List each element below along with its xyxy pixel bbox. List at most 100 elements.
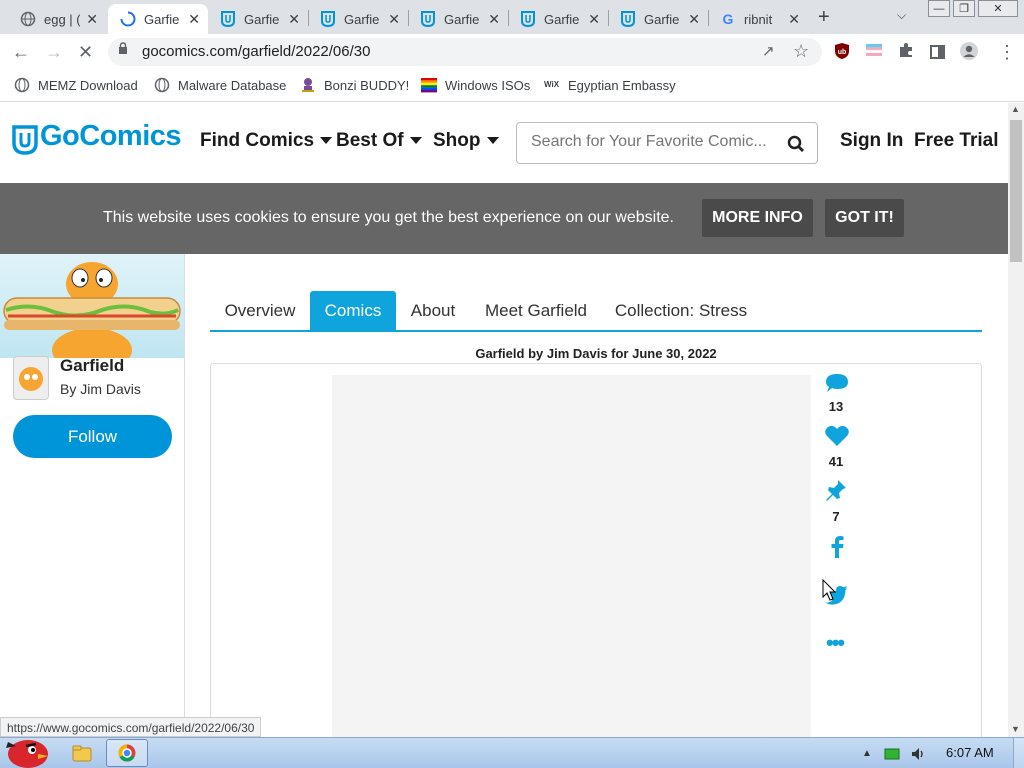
globe-icon [14,77,30,93]
close-tab-icon[interactable]: ✕ [188,11,200,28]
browser-tab[interactable]: Garfie ✕ [608,4,708,34]
feature-avatar[interactable] [13,356,49,400]
close-tab-icon[interactable]: ✕ [86,11,98,28]
ublock-icon[interactable]: ub [834,42,850,65]
explorer-folder-icon[interactable] [72,744,92,762]
tab-overview[interactable]: Overview [214,291,306,331]
browser-tab[interactable]: Garfie ✕ [208,4,308,34]
caret-down-icon [409,137,422,145]
tab-label: Garfie [444,11,480,27]
feature-title[interactable]: Garfield [60,356,124,376]
gocomics-logo-icon[interactable] [12,125,38,155]
pin-count: 7 [832,509,840,524]
comment-icon[interactable] [824,372,850,396]
gocomics-icon [420,11,436,27]
menu-kebab-icon[interactable]: ⋮ [998,42,1016,63]
scrollbar-thumb[interactable] [1010,120,1022,262]
new-tab-icon[interactable]: + [818,6,830,29]
taskbar-chrome-button[interactable] [106,739,148,767]
gocomics-icon [320,11,336,27]
stop-loading-icon[interactable]: ✕ [78,42,93,63]
network-icon[interactable] [884,747,900,761]
profile-avatar-icon[interactable] [960,42,978,65]
tab-collection-stress[interactable]: Collection: Stress [608,291,754,331]
bookmark-star-icon[interactable]: ☆ [793,41,809,62]
tab-search-chevron-icon[interactable]: ⌵ [897,8,906,23]
tab-meet-garfield[interactable]: Meet Garfield [476,291,596,331]
nav-shop[interactable]: Shop [433,130,499,152]
comic-search-box[interactable] [516,122,818,164]
bookmark-label: Malware Database [178,77,287,93]
tab-label: Garfie [244,11,280,27]
minimize-icon[interactable]: — [928,0,950,17]
more-info-button[interactable]: MORE INFO [702,199,813,237]
browser-tab[interactable]: Garfie ✕ [408,4,508,34]
wix-icon: WiX [544,80,560,89]
follow-button[interactable]: Follow [13,415,172,458]
start-angry-bird-icon[interactable] [2,730,50,768]
browser-tab[interactable]: Garfie ✕ [308,4,408,34]
nav-find-comics[interactable]: Find Comics [200,130,333,152]
extensions-puzzle-icon[interactable] [898,42,914,63]
close-tab-icon[interactable]: ✕ [788,11,800,28]
back-icon[interactable]: ← [12,42,30,63]
bookmark-memz[interactable]: MEMZ Download [14,77,138,93]
bookmark-windows-isos[interactable]: Windows ISOs [421,77,530,93]
side-panel-icon[interactable] [930,43,945,64]
tray-expand-icon[interactable]: ▲ [862,748,872,759]
search-icon[interactable] [787,135,805,153]
browser-tab[interactable]: egg | ( ✕ [8,4,106,34]
url-text[interactable]: gocomics.com/garfield/2022/06/30 [142,43,370,60]
bookmark-malware-database[interactable]: Malware Database [154,77,286,93]
nav-label: Find Comics [200,130,315,151]
garfield-hero-image [0,254,184,358]
close-tab-icon[interactable]: ✕ [288,11,300,28]
got-it-button[interactable]: GOT IT! [825,199,904,237]
close-tab-icon[interactable]: ✕ [488,11,500,28]
tab-label: egg | ( [44,11,80,27]
site-logo[interactable]: GoComics [40,120,182,153]
tab-label: Garfie [644,11,680,27]
close-tab-icon[interactable]: ✕ [688,11,700,28]
bookmark-egyptian-embassy[interactable]: WiX Egyptian Embassy [544,77,676,93]
sign-in-link[interactable]: Sign In [840,130,903,152]
scroll-down-arrow-icon[interactable]: ▼ [1011,724,1020,734]
browser-tab[interactable]: Garfie ✕ [508,4,608,34]
globe-icon [20,11,36,27]
tab-about[interactable]: About [402,291,464,331]
rainbow-flag-icon [421,77,437,93]
more-options-icon[interactable]: ••• [826,630,845,656]
close-tab-icon[interactable]: ✕ [588,11,600,28]
browser-tab[interactable]: G ribnit ✕ [708,4,808,34]
search-input[interactable] [531,133,775,151]
share-icon[interactable]: ↗ [762,42,775,60]
forward-icon[interactable]: → [45,42,63,63]
tab-label: Garfie [144,11,180,27]
bookmark-label: Windows ISOs [445,77,531,93]
show-desktop-button[interactable] [1013,738,1024,768]
nav-label: Best Of [336,130,404,151]
like-count: 41 [828,454,844,469]
close-tab-icon[interactable]: ✕ [388,11,400,28]
scroll-up-arrow-icon[interactable]: ▲ [1011,104,1020,114]
feature-author: By Jim Davis [60,381,141,397]
bookmark-bonzi-buddy[interactable]: Bonzi BUDDY! [300,77,409,93]
loading-icon [120,11,136,27]
tab-comics[interactable]: Comics [310,291,396,331]
browser-tab-active[interactable]: Garfie ✕ [108,4,208,34]
nav-best-of[interactable]: Best Of [336,130,422,152]
facebook-icon[interactable] [824,534,850,560]
free-trial-link[interactable]: Free Trial [914,130,999,152]
restore-icon[interactable]: ❐ [953,0,975,17]
comic-image[interactable] [332,375,811,737]
flag-extension-icon[interactable] [865,42,883,63]
gocomics-icon [520,11,536,27]
caret-down-icon [486,137,499,145]
pin-icon[interactable] [824,478,850,502]
close-window-icon[interactable]: ✕ [978,0,1018,17]
bookmark-label: Egyptian Embassy [568,77,676,93]
heart-icon[interactable] [824,424,850,448]
mouse-cursor-icon [822,579,836,601]
taskbar-clock[interactable]: 6:07 AM [946,745,994,760]
volume-icon[interactable] [910,746,926,762]
